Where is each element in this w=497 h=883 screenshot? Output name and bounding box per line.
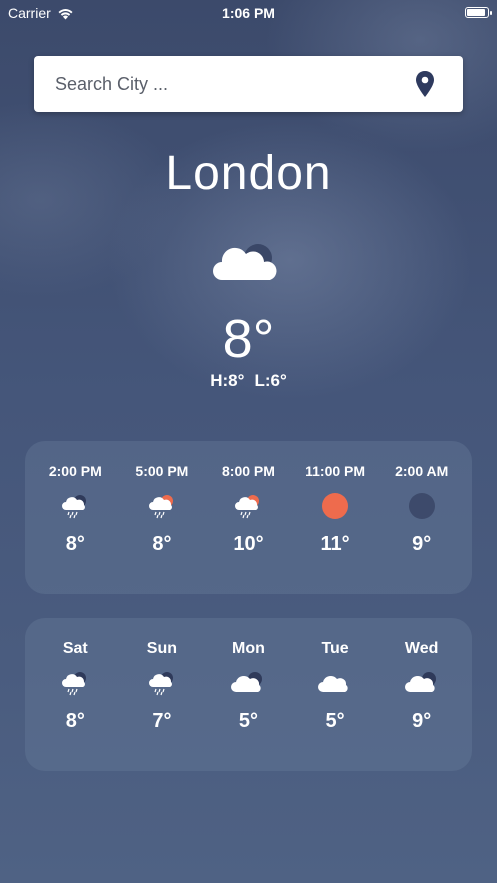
hour-temperature: 8° bbox=[65, 533, 85, 555]
day-temperature: 9° bbox=[412, 710, 432, 732]
day-temperature: 5° bbox=[238, 710, 259, 732]
day-temperature: 8° bbox=[65, 710, 85, 732]
night-cloudy-icon bbox=[404, 672, 436, 692]
sun-rain-icon bbox=[148, 495, 173, 519]
moon-icon bbox=[408, 493, 435, 519]
daily-forecast-card: Sat 8° Sun 7° Mon 5° Tue 5° Wed 9° bbox=[25, 618, 472, 771]
search-bar bbox=[34, 56, 463, 112]
day-label: Sat bbox=[62, 640, 88, 657]
hour-temperature: 10° bbox=[233, 533, 264, 555]
hour-temperature: 11° bbox=[320, 533, 350, 555]
high-low: H:8° L:6° bbox=[0, 371, 497, 391]
city-name: London bbox=[165, 147, 332, 200]
current-temperature: 8° bbox=[222, 309, 275, 369]
sun-icon bbox=[322, 493, 349, 519]
daily-item: Sun 7° bbox=[119, 618, 206, 733]
night-rain-icon bbox=[62, 672, 87, 696]
night-cloudy-icon bbox=[231, 672, 263, 692]
night-rain-icon bbox=[62, 495, 87, 519]
hour-label: 5:00 PM bbox=[135, 463, 189, 479]
day-temperature: 7° bbox=[152, 710, 172, 732]
daily-item: Mon 5° bbox=[205, 618, 292, 733]
hourly-forecast-card: 2:00 PM 8° 5:00 PM 8° 8:00 PM 10° 11:00 … bbox=[25, 441, 472, 594]
day-temperature: 5° bbox=[325, 710, 345, 732]
daily-item: Wed 9° bbox=[378, 618, 465, 733]
hourly-item: 11:00 PM 11° bbox=[292, 441, 379, 556]
day-label: Wed bbox=[404, 640, 439, 657]
cloud-icon bbox=[318, 675, 348, 692]
hourly-item: 2:00 AM 9° bbox=[378, 441, 465, 556]
hour-temperature: 9° bbox=[412, 533, 432, 555]
status-bar: Carrier 1:06 PM bbox=[0, 0, 497, 28]
hourly-item: 8:00 PM 10° bbox=[205, 441, 292, 556]
hourly-item: 2:00 PM 8° bbox=[32, 441, 119, 556]
hour-label: 2:00 PM bbox=[48, 463, 102, 479]
low-temperature: L:6° bbox=[254, 371, 287, 390]
day-label: Tue bbox=[321, 640, 349, 657]
search-input[interactable] bbox=[53, 63, 415, 105]
hour-temperature: 8° bbox=[152, 533, 172, 555]
battery-icon bbox=[465, 7, 492, 18]
day-label: Sun bbox=[146, 640, 177, 657]
daily-item: Tue 5° bbox=[292, 618, 379, 733]
sun-rain-icon bbox=[235, 495, 260, 519]
hour-label: 11:00 PM bbox=[305, 463, 366, 479]
hour-label: 8:00 PM bbox=[222, 463, 275, 479]
cloudy-icon bbox=[213, 244, 277, 280]
daily-item: Sat 8° bbox=[32, 618, 119, 733]
high-temperature: H:8° bbox=[210, 371, 245, 390]
night-rain-icon bbox=[148, 672, 173, 696]
day-label: Mon bbox=[232, 640, 265, 657]
status-time: 1:06 PM bbox=[222, 5, 275, 21]
location-pin-icon[interactable] bbox=[415, 71, 435, 97]
hourly-item: 5:00 PM 8° bbox=[119, 441, 206, 556]
hour-label: 2:00 AM bbox=[395, 463, 449, 479]
